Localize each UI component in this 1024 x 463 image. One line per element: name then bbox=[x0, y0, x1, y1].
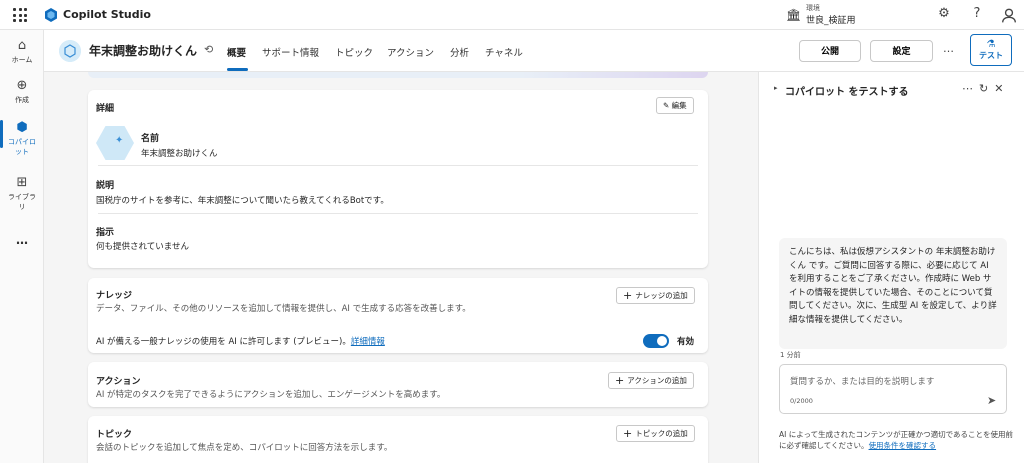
details-divider-1 bbox=[98, 165, 698, 166]
char-count: 0/2000 bbox=[790, 397, 813, 405]
name-value: 年末調整お助けくん bbox=[141, 149, 218, 159]
add-icon: ⊕ bbox=[16, 78, 28, 93]
knowledge-title: ナレッジ bbox=[96, 291, 133, 301]
topics-description: 会話のトピックを追加して焦点を定め、コパイロットに回答方法を示します。 bbox=[96, 443, 393, 453]
environment-name[interactable]: 世良_検証用 bbox=[806, 13, 856, 26]
actions-title: アクション bbox=[96, 377, 141, 387]
close-icon[interactable]: ✕ bbox=[994, 82, 1009, 95]
environment-label: 環境 bbox=[806, 4, 820, 12]
banner-strip bbox=[88, 72, 708, 78]
nav-home[interactable]: ⌂ ホーム bbox=[0, 38, 44, 65]
details-title: 詳細 bbox=[96, 104, 115, 114]
message-timestamp: 1 分前 bbox=[780, 351, 801, 359]
general-knowledge-text: AI が備える一般ナレッジの使用を AI に許可します (プレビュー)。詳細情報 bbox=[96, 335, 385, 347]
test-button-label: テスト bbox=[979, 51, 1003, 60]
topics-title: トピック bbox=[96, 430, 133, 440]
sparkle-icon: ✦ bbox=[115, 135, 124, 146]
toggle-state-label: 有効 bbox=[677, 337, 695, 347]
nav-create[interactable]: ⊕ 作成 bbox=[0, 78, 44, 105]
actions-description: AI が特定のタスクを完了できるようにアクションを追加し、エンゲージメントを高め… bbox=[96, 390, 446, 400]
description-value: 国税庁のサイトを参考に、年末調整について聞いたら教えてくれるBotです。 bbox=[96, 196, 389, 206]
test-button[interactable]: ⚗ テスト bbox=[970, 34, 1012, 66]
publish-button[interactable]: 公開 bbox=[799, 40, 861, 62]
nav-copilot[interactable]: ⬢ コパイロット bbox=[0, 120, 44, 157]
collapse-chevron-icon[interactable]: ▸ bbox=[774, 84, 778, 92]
ai-disclaimer: AI によって生成されたコンテンツが正確かつ適切であることを使用前に必ず確認して… bbox=[779, 429, 1019, 451]
tab-topics[interactable]: トピック bbox=[335, 45, 373, 59]
more-icon[interactable]: ⋯ bbox=[962, 82, 979, 95]
plus-icon: + bbox=[623, 427, 633, 440]
tab-knowledge[interactable]: サポート情報 bbox=[262, 45, 319, 59]
copilot-sparkle-icon: ⟲ bbox=[204, 43, 214, 56]
tab-channels[interactable]: チャネル bbox=[485, 45, 523, 59]
flask-icon: ⚗ bbox=[986, 39, 996, 50]
add-topic-button[interactable]: + トピックの追加 bbox=[616, 425, 695, 442]
details-divider-2 bbox=[98, 213, 698, 214]
plus-icon: + bbox=[615, 374, 625, 387]
nav-library[interactable]: ⊞ ライブラリ bbox=[0, 175, 44, 212]
nav-home-label: ホーム bbox=[11, 56, 33, 64]
environment-icon: 🏛 bbox=[786, 8, 802, 22]
pencil-icon: ✎ bbox=[663, 101, 672, 110]
description-label: 説明 bbox=[96, 181, 115, 191]
nav-library-label: ライブラリ bbox=[8, 193, 36, 211]
help-icon[interactable]: ? bbox=[969, 6, 985, 22]
copilot-icon: ⬢ bbox=[16, 120, 28, 135]
add-action-label: アクションの追加 bbox=[627, 376, 687, 385]
bot-name-title: 年末調整お助けくん bbox=[89, 44, 198, 58]
bot-message-bubble: こんにちは、私は仮想アシスタントの 年末調整お助けくん です。ご質問に回答する際… bbox=[779, 238, 1007, 349]
nav-copilot-label: コパイロット bbox=[8, 138, 36, 156]
edit-button[interactable]: ✎ 編集 bbox=[656, 97, 694, 114]
left-nav: ⌂ ホーム ⊕ 作成 ⬢ コパイロット ⊞ ライブラリ … bbox=[0, 30, 44, 463]
test-panel: ▸ コパイロット をテストする ⋯↻✕ こんにちは、私は仮想アシスタントの 年末… bbox=[758, 72, 1024, 463]
edit-button-label: 編集 bbox=[671, 101, 687, 110]
add-knowledge-label: ナレッジの追加 bbox=[635, 291, 688, 300]
knowledge-description: データ、ファイル、その他のリソースを追加して情報を提供し、AI で生成する応答を… bbox=[96, 304, 471, 314]
general-knowledge-label: AI が備える一般ナレッジの使用を AI に許可します (プレビュー)。 bbox=[96, 337, 351, 347]
add-action-button[interactable]: + アクションの追加 bbox=[608, 372, 694, 389]
nav-create-label: 作成 bbox=[15, 96, 29, 104]
knowledge-card: ナレッジ データ、ファイル、その他のリソースを追加して情報を提供し、AI で生成… bbox=[88, 278, 708, 353]
general-knowledge-toggle[interactable] bbox=[643, 334, 669, 348]
bot-header: 年末調整お助けくん ⟲ 概要 サポート情報 トピック アクション 分析 チャネル… bbox=[44, 30, 1024, 72]
instructions-value: 何も提供されていません bbox=[96, 242, 189, 252]
instructions-label: 指示 bbox=[96, 228, 115, 238]
add-knowledge-button[interactable]: + ナレッジの追加 bbox=[616, 287, 695, 304]
plus-icon: + bbox=[623, 289, 633, 302]
refresh-icon[interactable]: ↻ bbox=[979, 82, 994, 95]
overview-main: 詳細 ✎ 編集 ✦ 名前 年末調整お助けくん 説明 国税庁のサイトを参考に、年末… bbox=[44, 72, 758, 463]
top-bar: Copilot Studio 🏛 環境 世良_検証用 ⚙ ? bbox=[0, 0, 1024, 30]
name-label: 名前 bbox=[141, 134, 160, 144]
panel-actions: ⋯↻✕ bbox=[962, 82, 1009, 95]
test-panel-title: コパイロット をテストする bbox=[785, 87, 909, 98]
tab-analytics[interactable]: 分析 bbox=[450, 45, 469, 59]
bot-avatar bbox=[59, 40, 81, 62]
tab-overview[interactable]: 概要 bbox=[227, 45, 246, 59]
more-icon: … bbox=[16, 233, 28, 247]
topics-card: トピック 会話のトピックを追加して焦点を定め、コパイロットに回答方法を示します。… bbox=[88, 416, 708, 463]
home-icon: ⌂ bbox=[17, 38, 27, 53]
terms-link[interactable]: 使用条件を確認する bbox=[869, 441, 937, 450]
chat-input-placeholder[interactable]: 質問するか、または目的を説明します bbox=[790, 375, 934, 387]
library-icon: ⊞ bbox=[16, 175, 28, 190]
nav-more[interactable]: … bbox=[0, 233, 44, 247]
add-topic-label: トピックの追加 bbox=[635, 429, 688, 438]
details-card: 詳細 ✎ 編集 ✦ 名前 年末調整お助けくん 説明 国税庁のサイトを参考に、年末… bbox=[88, 90, 708, 268]
settings-button[interactable]: 設定 bbox=[870, 40, 933, 62]
active-tab-indicator bbox=[227, 68, 248, 71]
account-icon[interactable] bbox=[1001, 7, 1017, 23]
copilot-studio-logo bbox=[45, 8, 57, 22]
app-name[interactable]: Copilot Studio bbox=[63, 8, 151, 21]
actions-card: アクション AI が特定のタスクを完了できるようにアクションを追加し、エンゲージ… bbox=[88, 362, 708, 407]
settings-gear-icon[interactable]: ⚙ bbox=[936, 6, 952, 22]
send-icon[interactable]: ➤ bbox=[987, 394, 996, 407]
waffle-icon[interactable] bbox=[13, 8, 27, 22]
chat-input-box[interactable]: 質問するか、または目的を説明します 0/2000 ➤ bbox=[779, 364, 1007, 414]
learn-more-link[interactable]: 詳細情報 bbox=[351, 337, 385, 347]
header-more-icon[interactable]: … bbox=[943, 42, 954, 55]
tab-actions[interactable]: アクション bbox=[387, 45, 434, 59]
